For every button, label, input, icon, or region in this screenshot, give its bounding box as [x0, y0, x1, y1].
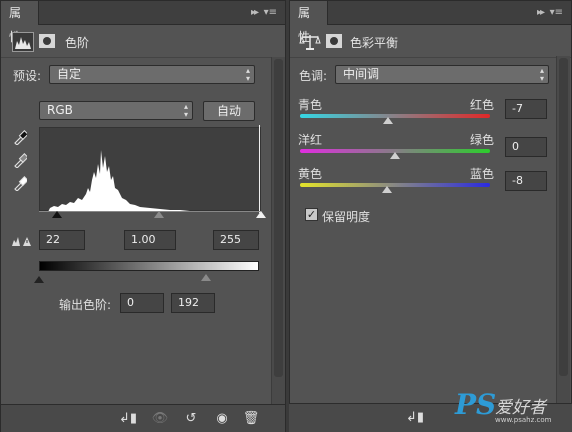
gray-point-eyedropper-icon[interactable] — [13, 152, 27, 168]
clipping-warning-icon[interactable] — [11, 235, 33, 247]
input-white-slider[interactable] — [256, 211, 266, 218]
panel-tab-bar: 属性 ▸▸ ▾≡ — [290, 1, 571, 44]
yellow-blue-value-field[interactable]: -8 — [505, 171, 547, 191]
panel-menu-icon[interactable]: ▾≡ — [550, 1, 563, 25]
channel-value: RGB — [47, 103, 73, 117]
cyan-red-slider-thumb[interactable] — [383, 117, 393, 124]
magenta-green-value-field[interactable]: 0 — [505, 137, 547, 157]
tone-value: 中间调 — [343, 67, 380, 81]
reset-icon[interactable]: ↺ — [181, 410, 201, 428]
output-gradient-bar — [39, 261, 259, 271]
yellow-blue-slider-thumb[interactable] — [382, 186, 392, 193]
delete-icon[interactable]: 🗑 — [241, 410, 261, 428]
input-black-field[interactable]: 22 — [39, 230, 85, 250]
auto-button[interactable]: 自动 — [203, 101, 255, 121]
balance-scale-icon — [299, 35, 321, 50]
channel-dropdown[interactable]: RGB ▴ ▾ — [39, 101, 193, 120]
histogram-graph — [48, 150, 212, 212]
watermark-logo: PS 爱好者 www.psahz.com — [455, 388, 565, 428]
preset-dropdown[interactable]: 自定 ▴ ▾ — [49, 65, 255, 84]
adjustment-header: 色彩平衡 — [290, 26, 571, 58]
expand-icon[interactable]: ▸▸ — [537, 1, 545, 25]
panel-menu-icon[interactable]: ▾≡ — [264, 1, 277, 25]
magenta-green-slider-thumb[interactable] — [390, 152, 400, 159]
output-low-field[interactable]: 0 — [120, 293, 164, 313]
output-levels-label: 输出色阶: — [59, 298, 112, 312]
layer-mask-icon[interactable] — [39, 34, 55, 48]
input-white-field[interactable]: 255 — [213, 230, 259, 250]
scrollbar-thumb[interactable] — [274, 59, 283, 377]
watermark-brand: PS — [455, 388, 497, 421]
levels-adjustment-icon — [12, 32, 34, 52]
cyan-red-value-field[interactable]: -7 — [505, 99, 547, 119]
magenta-label: 洋红 — [298, 133, 323, 147]
cyan-red-slider-track[interactable] — [300, 114, 490, 118]
dropdown-arrow-icon: ▴ ▾ — [245, 66, 250, 83]
yellow-blue-slider-track[interactable] — [300, 183, 490, 187]
panel-tab-bar: 属性 ▸▸ ▾≡ — [1, 1, 285, 44]
layer-mask-icon[interactable] — [326, 34, 342, 48]
white-clip-line — [259, 125, 260, 213]
histogram-baseline — [39, 211, 261, 212]
clip-to-layer-icon[interactable]: ↲▮ — [405, 409, 425, 427]
scrollbar[interactable] — [271, 57, 285, 405]
expand-icon[interactable]: ▸▸ — [251, 1, 259, 25]
input-black-slider[interactable] — [52, 211, 62, 218]
output-black-slider[interactable] — [34, 276, 44, 283]
preserve-luminosity-checkbox[interactable]: ✓ — [305, 208, 318, 221]
blue-label: 蓝色 — [470, 167, 495, 181]
adjustment-title: 色阶 — [65, 36, 90, 50]
input-gamma-field[interactable]: 1.00 — [124, 230, 176, 250]
histogram — [39, 127, 261, 212]
properties-tab[interactable]: 属性 — [290, 1, 328, 44]
watermark-cn: 爱好者 — [495, 398, 546, 418]
adjustment-header: 色阶 — [1, 26, 285, 58]
clip-to-layer-icon[interactable]: ↲▮ — [118, 410, 138, 428]
panel-footer: ↲▮ 👁 ↺ ◉ 🗑 — [1, 404, 285, 432]
preset-label: 预设: — [13, 69, 42, 83]
tone-label: 色调: — [299, 69, 328, 83]
red-label: 红色 — [470, 98, 495, 112]
levels-properties-panel: 属性 ▸▸ ▾≡ 色阶 预设: 自定 ▴▾ RGB ▴▾ 自动 — [0, 0, 286, 432]
cyan-label: 青色 — [298, 98, 323, 112]
adjustment-title: 色彩平衡 — [350, 36, 399, 50]
white-point-eyedropper-icon[interactable] — [13, 175, 27, 191]
output-white-slider[interactable] — [201, 274, 211, 281]
preset-value: 自定 — [57, 67, 82, 81]
scrollbar[interactable] — [556, 56, 570, 404]
black-point-eyedropper-icon[interactable] — [13, 129, 27, 145]
view-previous-state-icon[interactable]: 👁 — [150, 410, 170, 428]
input-gray-slider[interactable] — [154, 211, 164, 218]
yellow-label: 黄色 — [298, 167, 323, 181]
green-label: 绿色 — [470, 133, 495, 147]
tone-dropdown[interactable]: 中间调 ▴ ▾ — [335, 65, 549, 84]
dropdown-arrow-icon: ▴ ▾ — [183, 102, 188, 119]
preserve-luminosity-label: 保留明度 — [322, 210, 371, 224]
toggle-visibility-icon[interactable]: ◉ — [212, 410, 232, 428]
output-high-field[interactable]: 192 — [171, 293, 215, 313]
dropdown-arrow-icon: ▴ ▾ — [539, 66, 544, 83]
properties-tab[interactable]: 属性 — [1, 1, 39, 44]
scrollbar-thumb[interactable] — [559, 58, 568, 376]
watermark-url: www.psahz.com — [495, 416, 552, 424]
